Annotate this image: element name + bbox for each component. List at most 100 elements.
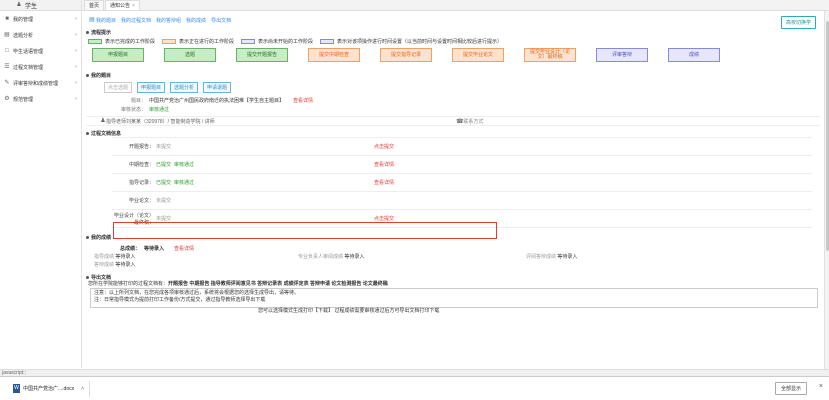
legend-swatch-todo xyxy=(241,38,256,44)
section-title-text: 导出文档 xyxy=(91,275,112,281)
score-part-value: 等待录入 xyxy=(557,253,578,260)
topic-detail-link[interactable]: 查看详情 xyxy=(293,97,313,104)
topic-name-key: 题目： xyxy=(130,98,146,104)
gear-icon: ⚙ xyxy=(4,96,10,102)
doc-icon: ☰ xyxy=(4,64,10,70)
toolbar-label: 我的过程文档 xyxy=(121,17,152,24)
chevron-right-icon: › xyxy=(75,16,77,22)
row-action-link[interactable]: 查看详情 xyxy=(374,161,394,168)
toolbar-my-defense-group[interactable]: 我的答辩组 xyxy=(156,17,181,24)
docs-footer: 您可以选择模式生成打印【下载】 过程成绩需要审核通过后方可导出文档打印下载 xyxy=(258,308,440,314)
select-topic-button[interactable]: 点击选题 xyxy=(104,82,133,93)
withdraw-topic-button[interactable]: 申请退题 xyxy=(203,82,232,93)
step-submit-topic[interactable]: 申报题目 xyxy=(92,48,144,62)
topic-status-row: 审核状态： 审核通过 xyxy=(86,105,820,114)
review-text: 审核通过 xyxy=(174,180,195,186)
score-part-key: 专业负责人审阅成绩 xyxy=(298,253,344,260)
topic-analysis-button[interactable]: 选题分析 xyxy=(170,82,199,93)
score-part: 答辩成绩 等待录入 xyxy=(94,261,135,268)
sidebar-item-label: 选题分析 xyxy=(13,32,34,39)
teacher-info: 指导老师刘某某（320978）/ 智能制造学院 / 讲师 xyxy=(106,118,215,125)
progress-legend: 表示已完成的工作阶段 表示正在进行的工作阶段 表示尚未开始的工作阶段 表示对该项… xyxy=(86,36,820,46)
toolbar-my-topic[interactable]: ▤ 我的题目 xyxy=(89,17,116,24)
score-part-key: 指导成绩 xyxy=(94,253,115,260)
score-detail-link[interactable]: 查看详情 xyxy=(174,245,194,252)
show-all-button[interactable]: 全部显示 xyxy=(774,382,807,395)
legend-text: 表示已完成的工作阶段 xyxy=(105,38,156,45)
sidebar-item-label: 规范管理 xyxy=(13,96,34,103)
contact-link[interactable]: ☎ 联系方式 xyxy=(456,118,483,125)
row-key: 指导记录： xyxy=(128,180,154,186)
highlight-box xyxy=(113,222,497,239)
sidebar-item-topic-analysis[interactable]: ▤ 选题分析 › xyxy=(0,27,81,43)
docs-note: 注：日常指导模式为提前打印工作备份/方式提交，通过指导教师选择导出下载 xyxy=(94,297,266,303)
row-status: 未提交 xyxy=(156,197,374,204)
legend-swatch-current xyxy=(162,38,177,44)
row-status: 未提交 xyxy=(156,215,374,222)
legend-swatch-timed xyxy=(320,38,335,44)
row-status: 已提交 审核通过 xyxy=(156,161,374,168)
vertical-scrollbar[interactable] xyxy=(824,11,829,369)
process-hint-section: 流程提示 表示已完成的工作阶段 表示正在进行的工作阶段 表示尚未开始的工作阶段 … xyxy=(86,29,820,62)
step-select-topic[interactable]: 选题 xyxy=(164,48,216,62)
toolbar-my-grades[interactable]: 我的成绩 xyxy=(186,17,206,24)
sidebar-header-label: 学生 xyxy=(25,3,38,10)
status-text: 已提交 xyxy=(156,180,172,186)
row-action-link[interactable]: 点击提交 xyxy=(374,143,394,150)
main-content: ▤ 我的题目 我的过程文档 我的答辩组 我的成绩 导出文档 高校切换学 流程提示 … xyxy=(86,13,820,368)
section-title-text: 过程文档信息 xyxy=(91,131,122,137)
sidebar-item-label: 毕生话语管理 xyxy=(13,48,44,55)
bullet-icon xyxy=(86,236,89,239)
sidebar-item-messages[interactable]: □ 毕生话语管理 › xyxy=(0,43,81,59)
step-grades[interactable]: 成绩 xyxy=(668,48,720,62)
chevron-right-icon: › xyxy=(75,96,77,102)
topic-name-row: 题目： 中国共产党治广州国民政府南迁的执法困难【学生自主题目】 查看详情 xyxy=(86,96,820,105)
topic-status-value: 审核通过 xyxy=(149,107,170,113)
sidebar-item-process-docs[interactable]: ☰ 过程文档管理 › xyxy=(0,59,81,75)
score-part: 专业负责人审阅成绩 等待录入 xyxy=(298,253,522,260)
section-title: 导出文档 xyxy=(86,274,820,281)
score-part: 指导成绩 等待录入 xyxy=(94,253,294,260)
step-midterm-check[interactable]: 提交中期检查 xyxy=(308,48,360,62)
step-final-thesis[interactable]: 提交毕业设计（论文）最终稿 xyxy=(524,48,576,62)
download-item[interactable]: W 中国共产党治广....docx ˄ xyxy=(8,380,91,397)
close-icon[interactable]: × xyxy=(132,3,135,9)
close-icon[interactable]: × xyxy=(819,383,823,390)
docs-line: 您所在学院能够打印的过程文档有：开题报告 中期报告 指导教师评阅意见书 答辩记录… xyxy=(88,281,820,288)
switch-school-button[interactable]: 高校切换学 xyxy=(780,16,816,29)
doc-icon: ▤ xyxy=(89,17,95,23)
total-score-row: 总成绩： 等待录入 查看详情 xyxy=(86,244,820,252)
toolbar-export-docs[interactable]: 导出文档 xyxy=(211,17,231,24)
bullet-icon xyxy=(86,31,89,34)
tab-home[interactable]: 首页 xyxy=(84,0,105,10)
topic-status-key: 审核状态： xyxy=(120,107,146,113)
toolbar-my-docs[interactable]: 我的过程文档 xyxy=(121,17,151,24)
row-action-link[interactable]: 点击提交 xyxy=(374,215,394,222)
sidebar-item-my-management[interactable]: ■ 我的管理 › xyxy=(0,11,81,27)
toolbar-label: 我的成绩 xyxy=(186,17,207,24)
tab-label: 首页 xyxy=(89,3,100,9)
row-action-link[interactable]: 查看详情 xyxy=(374,179,394,186)
step-thesis[interactable]: 提交毕业论文 xyxy=(452,48,504,62)
student-icon: ♟ xyxy=(16,2,22,8)
step-guidance-record[interactable]: 提交指导记录 xyxy=(380,48,432,62)
quick-toolbar: ▤ 我的题目 我的过程文档 我的答辩组 我的成绩 导出文档 xyxy=(86,13,820,27)
docs-note-box[interactable]: 注意：以上所列文档，在您完成各项审核通过后，系统将会根据您的选择生成导出，请等待… xyxy=(90,288,818,308)
toolbar-label: 我的答辩组 xyxy=(156,17,182,24)
step-defense[interactable]: 评审答辩 xyxy=(596,48,648,62)
chevron-up-icon[interactable]: ˄ xyxy=(81,386,84,392)
status-text: 未提交 xyxy=(156,144,172,150)
sidebar-header[interactable]: ♟ 学生 xyxy=(0,0,81,11)
row-key: 毕业论文： xyxy=(128,198,154,204)
sidebar-item-standards[interactable]: ⚙ 规范管理 › xyxy=(0,91,81,107)
submit-topic-button[interactable]: 申报题目 xyxy=(137,82,166,93)
grades-section: 我的成绩 总成绩： 等待录入 查看详情 指导成绩 等待录入 专业负责人审阅成绩 … xyxy=(86,234,820,268)
docs-prefix: 您所在学院能够打印的过程文档有： xyxy=(88,281,169,287)
download-bar: W 中国共产党治广....docx ˄ 全部显示 × xyxy=(0,376,829,400)
step-opening-report[interactable]: 提交开题报告 xyxy=(236,48,288,62)
bullet-icon xyxy=(86,74,89,77)
tab-notice[interactable]: 通知公告 × xyxy=(105,0,140,10)
chevron-right-icon: › xyxy=(75,48,77,54)
sidebar-item-defense-grades[interactable]: ✎ 评审答辩和成绩管理 › xyxy=(0,75,81,91)
process-table: 开题报告： 未提交 点击提交 中期检查： 已提交 审核通过 查看详情 指导记录： … xyxy=(112,137,812,228)
